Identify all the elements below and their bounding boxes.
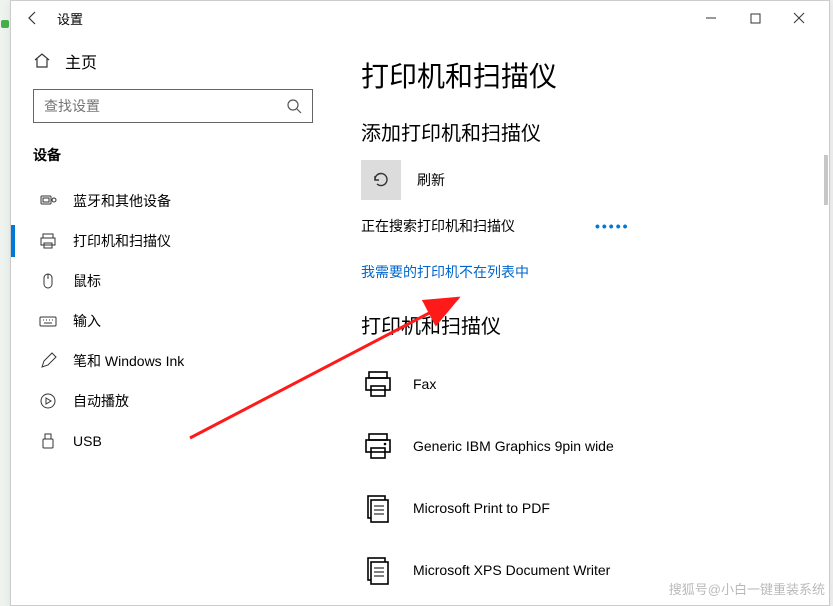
list-heading: 打印机和扫描仪: [361, 310, 799, 339]
printer-not-listed-link[interactable]: 我需要的打印机不在列表中: [361, 262, 529, 282]
search-icon: [286, 98, 302, 114]
refresh-label: 刷新: [417, 170, 445, 190]
device-name: Microsoft Print to PDF: [413, 500, 550, 516]
searching-status: 正在搜索打印机和扫描仪: [361, 216, 515, 236]
sidebar-item-label: 笔和 Windows Ink: [73, 351, 184, 371]
refresh-row: 刷新: [361, 160, 799, 200]
sidebar-item-usb[interactable]: USB: [33, 421, 313, 461]
search-box[interactable]: [33, 89, 313, 123]
close-button[interactable]: [777, 3, 821, 33]
back-button[interactable]: [19, 4, 47, 32]
mouse-icon: [39, 272, 57, 290]
refresh-icon: [371, 170, 391, 190]
home-link[interactable]: 主页: [33, 45, 313, 89]
sidebar: 主页 设备 蓝牙和其他设备 打印机和扫描仪 鼠标: [11, 35, 331, 605]
page-title: 打印机和扫描仪: [361, 55, 799, 95]
sidebar-item-pen[interactable]: 笔和 Windows Ink: [33, 341, 313, 381]
maximize-button[interactable]: [733, 3, 777, 33]
xps-writer-icon: [361, 553, 395, 587]
print-to-pdf-icon: [361, 491, 395, 525]
device-name: Generic IBM Graphics 9pin wide: [413, 438, 614, 454]
sidebar-item-mouse[interactable]: 鼠标: [33, 261, 313, 301]
device-list: Fax Generic IBM Graphics 9pin wide Micro…: [361, 353, 799, 601]
sidebar-item-autoplay[interactable]: 自动播放: [33, 381, 313, 421]
device-name: Fax: [413, 376, 436, 392]
sidebar-item-label: 打印机和扫描仪: [73, 231, 171, 251]
background-app-slice: [0, 0, 10, 606]
add-heading: 添加打印机和扫描仪: [361, 117, 799, 146]
search-input[interactable]: [44, 98, 286, 114]
sidebar-item-label: USB: [73, 433, 102, 449]
bluetooth-icon: [39, 192, 57, 210]
loading-dots-icon: •••••: [595, 218, 630, 234]
watermark: 搜狐号@小白一键重装系统: [669, 579, 825, 598]
scrollbar-thumb[interactable]: [824, 155, 828, 205]
home-icon: [33, 52, 51, 70]
autoplay-icon: [39, 392, 57, 410]
sidebar-item-bluetooth[interactable]: 蓝牙和其他设备: [33, 181, 313, 221]
refresh-button[interactable]: [361, 160, 401, 200]
sidebar-item-typing[interactable]: 输入: [33, 301, 313, 341]
fax-icon: [361, 367, 395, 401]
device-item[interactable]: Microsoft Print to PDF: [361, 477, 799, 539]
main-panel: 打印机和扫描仪 添加打印机和扫描仪 刷新 正在搜索打印机和扫描仪 ••••• 我…: [331, 35, 829, 605]
sidebar-item-label: 输入: [73, 311, 101, 331]
keyboard-icon: [39, 312, 57, 330]
titlebar: 设置: [11, 1, 829, 35]
minimize-button[interactable]: [689, 3, 733, 33]
home-label: 主页: [65, 49, 97, 73]
pen-icon: [39, 352, 57, 370]
printer-icon: [361, 429, 395, 463]
sidebar-item-label: 鼠标: [73, 271, 101, 291]
printer-icon: [39, 232, 57, 250]
usb-icon: [39, 432, 57, 450]
device-item[interactable]: Generic IBM Graphics 9pin wide: [361, 415, 799, 477]
device-item[interactable]: Fax: [361, 353, 799, 415]
settings-window: 设置 主页 设备: [10, 0, 830, 606]
window-title: 设置: [57, 9, 83, 28]
device-name: Microsoft XPS Document Writer: [413, 562, 610, 578]
section-heading: 设备: [33, 145, 313, 165]
sidebar-item-label: 蓝牙和其他设备: [73, 191, 171, 211]
sidebar-item-printers[interactable]: 打印机和扫描仪: [33, 221, 313, 261]
sidebar-item-label: 自动播放: [73, 391, 129, 411]
